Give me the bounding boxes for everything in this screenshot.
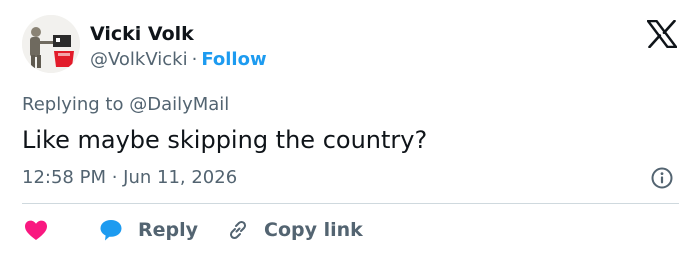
- avatar-image: [22, 15, 80, 73]
- replying-to-prefix: Replying to: [22, 94, 130, 115]
- copy-link-label: Copy link: [264, 219, 363, 241]
- follow-button[interactable]: Follow: [201, 49, 266, 70]
- separator-dot: ·: [191, 49, 198, 70]
- action-bar: Reply Copy link: [22, 214, 363, 246]
- author-name[interactable]: Vicki Volk: [90, 22, 194, 46]
- reply-label: Reply: [138, 219, 199, 241]
- copy-link-button[interactable]: Copy link: [226, 218, 363, 242]
- author-handle[interactable]: @VolkVicki: [90, 49, 188, 70]
- info-icon[interactable]: [651, 167, 673, 189]
- tweet-timestamp[interactable]: 12:58 PM · Jun 11, 2026: [22, 166, 237, 190]
- tweet-text: Like maybe skipping the country?: [22, 126, 428, 154]
- reply-button[interactable]: Reply: [98, 217, 198, 243]
- speech-bubble-icon: [100, 220, 122, 241]
- avatar[interactable]: [22, 15, 80, 73]
- link-icon: [229, 220, 247, 240]
- author-handle-row: @VolkVicki · Follow: [90, 48, 267, 72]
- heart-icon: [25, 220, 47, 240]
- replying-to: Replying to @DailyMail: [22, 93, 229, 117]
- x-logo-icon[interactable]: [646, 19, 678, 49]
- like-button[interactable]: [22, 217, 50, 243]
- replying-to-mention[interactable]: @DailyMail: [129, 94, 229, 115]
- divider: [22, 203, 679, 204]
